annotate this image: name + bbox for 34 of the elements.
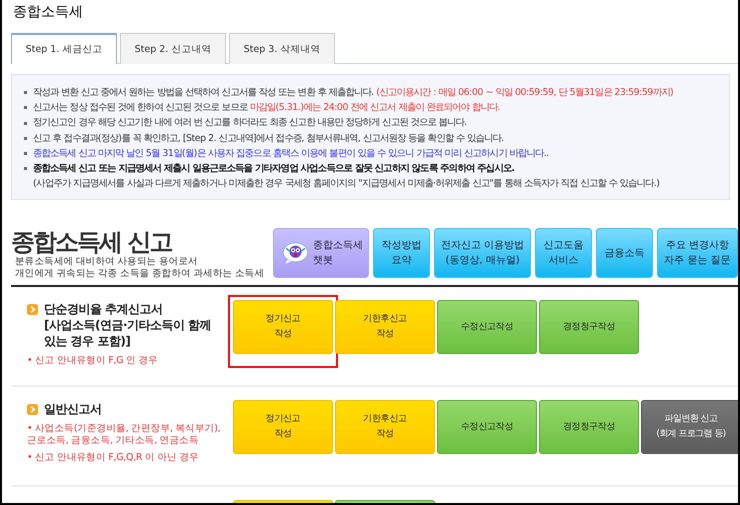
form-button[interactable]: 정기신고 작성 xyxy=(233,400,333,454)
step-tab[interactable]: Step 1. 세금신고 xyxy=(11,33,117,64)
form-button[interactable]: 기한후신고 작성 xyxy=(335,300,435,354)
notice-text: 정기신고인 경우 해당 신고기한 내에 여러 번 신고를 하더라도 최종 신고한 내용만 정당하게 신고된 것으로 봅니다. xyxy=(33,116,467,130)
form-button[interactable]: 경정청구작성 xyxy=(539,300,639,354)
form-note: • 사업소득(기준경비율, 간편장부, 복식부기), 근로소득, 금융소득, 기타소득, 연금소득 xyxy=(27,423,222,446)
heading-description: 분류소득세에 대비하여 사용되는 용어로서 개인에게 귀속되는 각종 소득을 종합하여 과세하는 소득세 xyxy=(15,256,266,280)
form-title: 단순경비율 추계신고서 [사업소득(연금·기타소득이 함께 있는 경우 포함)] xyxy=(44,301,212,350)
chatbot-button[interactable]: 종합소득세 챗봇 xyxy=(273,228,369,278)
form-button[interactable]: 수정신고작성 xyxy=(437,400,537,454)
form-button[interactable]: 경정청구작성 xyxy=(539,400,639,454)
guide-button[interactable]: 전자신고 이용방법 (동영상, 매뉴얼) xyxy=(434,228,532,278)
notice-text: 종합소득세 신고 마지막 날인 5월 31일(월)은 사용자 집중으로 홈택스 이용에 불편이 있을 수 있으니 가급적 미리 신고하시기 바랍니다.. xyxy=(33,146,549,161)
notice-text: 신고서는 정상 접수된 것에 한하여 신고된 것으로 보므로 마감일(5.31.)에는 24:00 전에 신고서 제출이 완료되어야 합니다. xyxy=(33,101,500,116)
guide-button[interactable]: 주요 변경사항 자주 묻는 질문 xyxy=(657,228,738,278)
form-button[interactable]: 파일변환 신고 (회계 프로그램 등) xyxy=(641,400,738,454)
form-note: • 신고 안내유형이 F,G 인 경우 xyxy=(27,355,159,367)
step-tab[interactable]: Step 3. 삭제내역 xyxy=(229,33,335,64)
form-note: • 신고 안내유형이 F,G,Q,R 이 아닌 경우 xyxy=(27,452,200,464)
form-button[interactable]: 정기신고 작성 xyxy=(233,300,333,354)
guide-button[interactable]: 금융소득 xyxy=(596,228,654,278)
notice-text: 신고 후 접수결과(정상)를 꼭 확인하고, [Step 2. 신고내역]에서 접수증, 첨부서류내역, 신고서원장 등을 확인할 수 있습니다. xyxy=(33,132,504,146)
form-button[interactable]: 수정신고작성 xyxy=(437,300,537,354)
form-button[interactable]: 기한후신고 작성 xyxy=(335,400,435,454)
step-tab[interactable]: Step 2. 신고내역 xyxy=(120,33,226,64)
guide-button[interactable]: 작성방법 요약 xyxy=(373,228,430,278)
guide-button[interactable]: 신고도움 서비스 xyxy=(535,228,592,278)
form-title: 일반신고서 xyxy=(44,401,102,418)
notice-text: (사업주가 지급명세서를 사실과 다르게 제출하거나 미제출한 경우 국세청 홈페이지의 "지급명세서 미제출·허위제출 신고"를 통해 소득자가 직접 신고할 수 있습니다.) xyxy=(33,177,660,192)
chatbot-icon xyxy=(282,241,309,266)
page-title: 종합소득세 xyxy=(13,3,84,22)
section-heading: 종합소득세 신고 xyxy=(11,228,173,256)
notice-text: 작성과 변환 신고 중에서 원하는 방법을 선택하여 신고서를 작성 또는 변환 후 제출합니다. (신고이용시간 : 매일 06:00 ~ 익일 00:59:59, 단 5월31일은 23:59:59까지) xyxy=(33,86,674,100)
notice-text: 종합소득세 신고 또는 지급명세서 제출시 일용근로소득을 기타자영업 사업소득으로 잘못 신고하지 않도록 주의하여 주십시오. xyxy=(33,162,514,176)
